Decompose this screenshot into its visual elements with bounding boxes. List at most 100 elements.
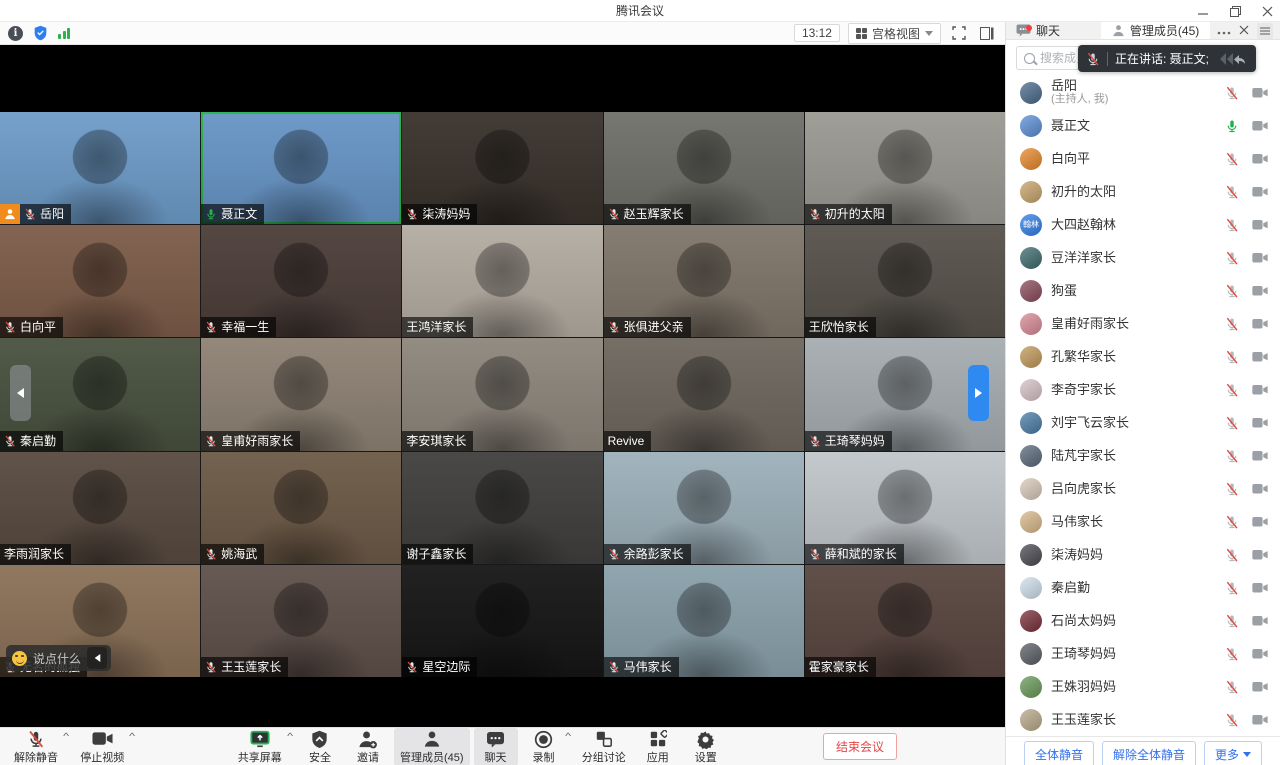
emoji-icon[interactable] [12, 651, 27, 666]
panel-menu-icon[interactable] [1257, 23, 1273, 39]
muted-mic-icon[interactable] [1225, 218, 1239, 232]
member-row[interactable]: 孔繁华家长 [1006, 340, 1280, 373]
video-tile[interactable]: 霍家豪家长 [805, 565, 1005, 677]
reply-arrows-icon[interactable] [1218, 51, 1248, 67]
camera-icon[interactable] [1252, 648, 1268, 660]
muted-mic-icon[interactable] [1225, 680, 1239, 694]
muted-mic-icon[interactable] [1225, 350, 1239, 364]
video-tile[interactable]: 白向平 [0, 225, 200, 337]
share-screen-options-chevron-icon[interactable]: ^ [287, 731, 293, 741]
breakout-button[interactable]: 分组讨论 [576, 728, 632, 765]
camera-icon[interactable] [1252, 285, 1268, 297]
video-tile[interactable]: 幸福一生 [201, 225, 401, 337]
stop-video-options-chevron-icon[interactable]: ^ [129, 731, 135, 741]
member-row[interactable]: 王琦琴妈妈 [1006, 637, 1280, 670]
end-meeting-button[interactable]: 结束会议 [823, 733, 897, 760]
member-row[interactable]: 刘宇飞云家长 [1006, 406, 1280, 439]
camera-icon[interactable] [1252, 450, 1268, 462]
panel-more-icon[interactable] [1217, 24, 1231, 38]
layout-view-button[interactable]: 宫格视图 [848, 23, 941, 44]
camera-icon[interactable] [1252, 615, 1268, 627]
video-tile[interactable]: 李雨润家长 [0, 452, 200, 564]
mute-all-button[interactable]: 全体静音 [1024, 741, 1094, 765]
camera-icon[interactable] [1252, 351, 1268, 363]
camera-icon[interactable] [1252, 87, 1268, 99]
video-tile[interactable]: 岳阳 [0, 112, 200, 224]
video-tile[interactable]: 初升的太阳 [805, 112, 1005, 224]
panel-close-icon[interactable] [1239, 24, 1249, 38]
muted-mic-icon[interactable] [1225, 449, 1239, 463]
camera-icon[interactable] [1252, 252, 1268, 264]
video-tile[interactable]: 姚海武 [201, 452, 401, 564]
muted-mic-icon[interactable] [1225, 647, 1239, 661]
unmute-button[interactable]: 解除静音 [8, 728, 64, 765]
video-tile[interactable]: 皇甫好雨家长 [201, 338, 401, 450]
member-row[interactable]: 吕向虎家长 [1006, 472, 1280, 505]
camera-icon[interactable] [1252, 417, 1268, 429]
security-button[interactable]: 安全 [298, 728, 342, 765]
maximize-button[interactable] [1228, 4, 1242, 18]
tab-manage-members[interactable]: 管理成员(45) [1101, 22, 1210, 39]
fullscreen-button[interactable] [949, 24, 969, 42]
muted-mic-icon[interactable] [1225, 581, 1239, 595]
member-row[interactable]: 岳阳(主持人, 我) [1006, 76, 1280, 109]
member-row[interactable]: 初升的太阳 [1006, 175, 1280, 208]
video-tile[interactable]: 聂正文 [201, 112, 401, 224]
camera-icon[interactable] [1252, 714, 1268, 726]
quick-chat-placeholder[interactable]: 说点什么 [33, 650, 81, 667]
video-tile[interactable]: 李安琪家长 [402, 338, 602, 450]
camera-icon[interactable] [1252, 153, 1268, 165]
member-row[interactable]: 李奇宇家长 [1006, 373, 1280, 406]
video-tile[interactable]: 王欣怡家长 [805, 225, 1005, 337]
stop-video-button[interactable]: 停止视频 [74, 728, 130, 765]
muted-mic-icon[interactable] [1225, 614, 1239, 628]
camera-icon[interactable] [1252, 549, 1268, 561]
video-tile[interactable]: 王鸿洋家长 [402, 225, 602, 337]
member-row[interactable]: 柒涛妈妈 [1006, 538, 1280, 571]
muted-mic-icon[interactable] [1225, 416, 1239, 430]
camera-icon[interactable] [1252, 681, 1268, 693]
camera-icon[interactable] [1252, 516, 1268, 528]
camera-icon[interactable] [1252, 483, 1268, 495]
camera-icon[interactable] [1252, 384, 1268, 396]
muted-mic-icon[interactable] [1225, 713, 1239, 727]
video-tile[interactable]: Revive [604, 338, 804, 450]
camera-icon[interactable] [1252, 582, 1268, 594]
camera-icon[interactable] [1252, 120, 1268, 132]
camera-icon[interactable] [1252, 219, 1268, 231]
muted-mic-icon[interactable] [1225, 284, 1239, 298]
video-tile[interactable]: 星空边际 [402, 565, 602, 677]
collapse-icon[interactable] [87, 647, 107, 669]
member-row[interactable]: 王玉莲家长 [1006, 703, 1280, 736]
member-row[interactable]: 陆芃宇家长 [1006, 439, 1280, 472]
minimize-button[interactable] [1196, 4, 1210, 18]
muted-mic-icon[interactable] [1225, 383, 1239, 397]
muted-mic-icon[interactable] [1225, 86, 1239, 100]
quick-chat-bar[interactable]: 说点什么 [6, 645, 111, 671]
invite-button[interactable]: 邀请 [346, 728, 390, 765]
meeting-info-icon[interactable]: i [8, 26, 23, 41]
share-screen-button[interactable]: 共享屏幕 [232, 728, 288, 765]
member-row[interactable]: 王姝羽妈妈 [1006, 670, 1280, 703]
settings-button[interactable]: 设置 [684, 728, 728, 765]
mic-on-icon[interactable] [1225, 119, 1239, 133]
member-row[interactable]: 狗蛋 [1006, 274, 1280, 307]
muted-mic-icon[interactable] [1225, 482, 1239, 496]
video-tile[interactable]: 薛和斌的家长 [805, 452, 1005, 564]
tab-chat[interactable]: 聊天 [1006, 22, 1101, 39]
member-row[interactable]: 白向平 [1006, 142, 1280, 175]
muted-mic-icon[interactable] [1225, 152, 1239, 166]
camera-icon[interactable] [1252, 186, 1268, 198]
manage-members-button[interactable]: 管理成员(45) [394, 728, 470, 765]
muted-mic-icon[interactable] [1225, 548, 1239, 562]
video-tile[interactable]: 余路彭家长 [604, 452, 804, 564]
network-signal-icon[interactable] [58, 27, 70, 39]
unmute-all-button[interactable]: 解除全体静音 [1102, 741, 1196, 765]
video-tile[interactable]: 马伟家长 [604, 565, 804, 677]
close-button[interactable] [1260, 4, 1274, 18]
record-button[interactable]: 录制 [522, 728, 566, 765]
chat-button[interactable]: 聊天 [474, 728, 518, 765]
muted-mic-icon[interactable] [1225, 251, 1239, 265]
grid-prev-page-button[interactable] [10, 365, 31, 421]
grid-next-page-button[interactable] [968, 365, 989, 421]
